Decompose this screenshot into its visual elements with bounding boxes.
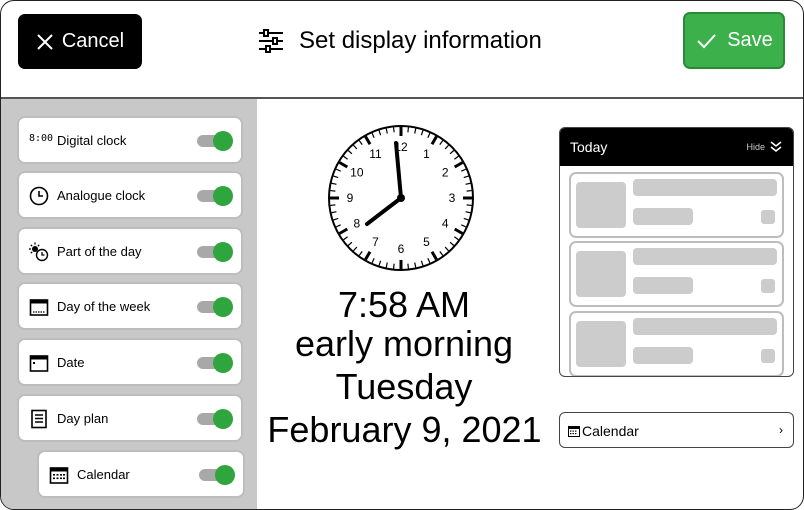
sidebar-item-digital-clock[interactable]: 8:00 Digital clock [17,116,243,164]
sidebar-item-day-of-week[interactable]: Day of the week [17,282,243,330]
analogue-clock-icon [29,186,49,206]
cancel-label: Cancel [61,30,125,52]
sidebar-item-label: Calendar [77,467,130,482]
settings-sliders-icon [259,29,283,53]
hide-label[interactable]: Hide [746,142,765,152]
day-plan-preview: Today Hide [559,127,794,377]
cancel-button[interactable]: Cancel [18,14,142,69]
day-of-week-icon [29,299,49,316]
save-button[interactable]: Save [683,12,785,69]
toggle-digital-clock[interactable] [197,131,233,151]
placeholder-card [569,241,784,307]
preview-title: Today [570,139,608,155]
page-title: Set display information [257,27,542,55]
clock-number: 2 [442,166,449,180]
clock-number: 10 [350,166,364,180]
sidebar-item-label: Date [57,355,85,370]
clock-number: 3 [449,191,456,205]
part-of-day-text: early morning [294,323,514,364]
sidebar-item-label: Digital clock [57,133,127,148]
sidebar-item-day-plan[interactable]: Day plan [17,394,243,442]
sidebar: 8:00 Digital clock Analogue clock Part o… [1,99,257,509]
preview-header: Today Hide [560,128,793,166]
close-icon [37,33,53,50]
sidebar-item-analogue-clock[interactable]: Analogue clock [17,171,243,219]
part-of-day-icon [29,242,49,262]
toggle-analogue-clock[interactable] [197,186,233,206]
toggle-day-of-week[interactable] [197,297,233,317]
day-plan-icon [31,409,47,429]
sidebar-item-calendar[interactable]: Calendar [37,450,245,498]
clock-number: 5 [423,235,430,249]
chevron-double-down-icon[interactable] [769,140,783,154]
page-title-text: Set display information [299,27,542,54]
calendar-icon [49,467,69,484]
clock-number: 4 [442,217,449,231]
toggle-date[interactable] [197,353,233,373]
analogue-clock: 12 1 2 3 4 5 6 7 8 9 10 11 [328,125,474,271]
clock-number: 6 [398,242,405,256]
clock-number: 11 [369,147,382,161]
date-text: February 9, 2021 [267,409,542,450]
save-label: Save [727,29,773,51]
calendar-button[interactable]: Calendar › [559,412,794,448]
chevron-right-icon: › [779,423,783,437]
toggle-day-plan[interactable] [197,409,233,429]
clock-number: 8 [353,217,360,231]
sidebar-item-date[interactable]: Date [17,338,243,386]
sidebar-item-label: Day plan [57,411,109,426]
sidebar-item-label: Day of the week [57,299,151,314]
sidebar-item-label: Analogue clock [57,188,146,203]
calendar-icon [568,426,580,437]
placeholder-card [569,172,784,238]
placeholder-card [569,311,784,376]
sidebar-item-part-of-day[interactable]: Part of the day [17,227,243,275]
clock-number: 1 [423,147,430,161]
calendar-button-label: Calendar [582,423,639,439]
toggle-calendar[interactable] [199,465,235,485]
settings-window: Cancel Set display information Save 8:00… [0,0,804,510]
digital-time: 7:58 AM [337,284,471,325]
clock-number: 9 [347,191,354,205]
weekday-text: Tuesday [335,366,473,407]
date-icon [29,355,49,372]
header: Cancel Set display information Save [1,1,803,97]
digital-clock-icon: 8:00 [29,133,54,144]
sidebar-item-label: Part of the day [57,244,142,259]
clock-number: 7 [372,235,379,249]
toggle-part-of-day[interactable] [197,242,233,262]
check-icon [697,33,716,48]
